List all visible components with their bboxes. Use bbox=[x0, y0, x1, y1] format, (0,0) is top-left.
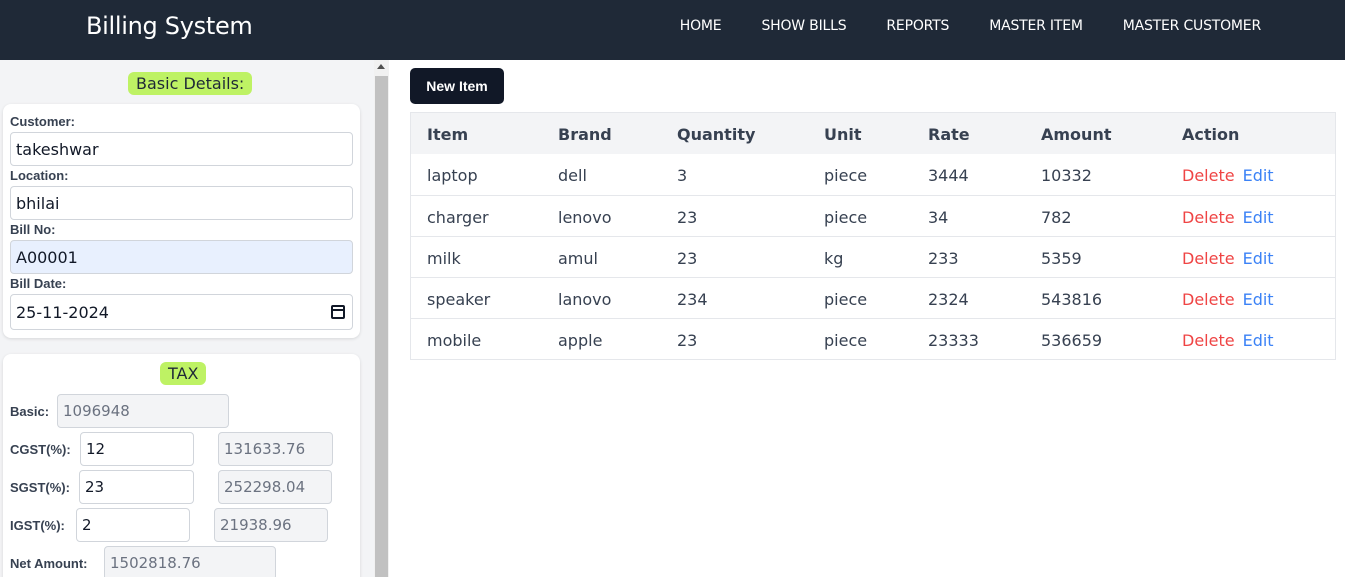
cell-unit: piece bbox=[824, 290, 868, 309]
customer-label: Customer: bbox=[10, 114, 76, 129]
sgst-amount-field[interactable]: 252298.04 bbox=[218, 470, 332, 504]
bill-date-input[interactable]: 25-11-2024 bbox=[10, 294, 353, 330]
cgst-input[interactable]: 12 bbox=[80, 432, 194, 466]
col-header-quantity: Quantity bbox=[677, 125, 756, 144]
scroll-up-arrow-icon[interactable] bbox=[377, 64, 385, 69]
cell-quantity: 3 bbox=[677, 166, 688, 185]
bill-date-value: 25-11-2024 bbox=[16, 303, 109, 322]
edit-link[interactable]: Edit bbox=[1243, 166, 1274, 185]
sidebar-scrollbar[interactable] bbox=[374, 60, 389, 577]
cell-amount: 536659 bbox=[1041, 331, 1103, 350]
nav-link-show-bills[interactable]: SHOW BILLS bbox=[761, 18, 846, 34]
cell-action: Delete Edit bbox=[1182, 249, 1274, 268]
table-row: laptop dell 3 piece 3444 10332 Delete Edi… bbox=[411, 154, 1335, 195]
col-header-amount: Amount bbox=[1041, 125, 1112, 144]
net-amount-field[interactable]: 1502818.76 bbox=[104, 546, 276, 577]
delete-link[interactable]: Delete bbox=[1182, 166, 1235, 185]
navbar: Billing System HOME SHOW BILLS REPORTS M… bbox=[0, 0, 1345, 60]
edit-link[interactable]: Edit bbox=[1243, 331, 1274, 350]
table-header: Item Brand Quantity Unit Rate Amount Act… bbox=[411, 113, 1335, 154]
new-item-button[interactable]: New Item bbox=[410, 68, 504, 104]
bill-date-label: Bill Date: bbox=[10, 276, 67, 291]
igst-label: IGST(%): bbox=[10, 518, 65, 533]
col-header-item: Item bbox=[427, 125, 469, 144]
table-row: charger lenovo 23 piece 34 782 Delete Edi… bbox=[411, 195, 1335, 236]
basic-amount-field[interactable]: 1096948 bbox=[57, 394, 229, 428]
cell-amount: 543816 bbox=[1041, 290, 1103, 309]
net-amount-label: Net Amount: bbox=[10, 556, 88, 571]
scrollbar-thumb[interactable] bbox=[375, 76, 388, 577]
cell-item: charger bbox=[427, 208, 489, 227]
basic-amount-label: Basic: bbox=[10, 404, 50, 419]
cell-action: Delete Edit bbox=[1182, 208, 1274, 227]
cell-rate: 34 bbox=[928, 208, 949, 227]
cgst-amount-field[interactable]: 131633.76 bbox=[218, 432, 333, 466]
col-header-unit: Unit bbox=[824, 125, 862, 144]
cell-brand: amul bbox=[558, 249, 598, 268]
brand-title: Billing System bbox=[86, 12, 253, 40]
delete-link[interactable]: Delete bbox=[1182, 290, 1235, 309]
cell-brand: apple bbox=[558, 331, 603, 350]
table-row: milk amul 23 kg 233 5359 Delete Edit bbox=[411, 236, 1335, 277]
cell-unit: piece bbox=[824, 208, 868, 227]
table-row: speaker lanovo 234 piece 2324 543816 Del… bbox=[411, 277, 1335, 318]
cell-unit: piece bbox=[824, 166, 868, 185]
tax-heading: TAX bbox=[160, 362, 207, 385]
location-input[interactable] bbox=[10, 186, 353, 220]
cell-quantity: 23 bbox=[677, 249, 698, 268]
delete-link[interactable]: Delete bbox=[1182, 249, 1235, 268]
cell-item: milk bbox=[427, 249, 461, 268]
cell-rate: 3444 bbox=[928, 166, 969, 185]
nav-link-home[interactable]: HOME bbox=[680, 18, 722, 34]
cell-item: speaker bbox=[427, 290, 491, 309]
cell-brand: lenovo bbox=[558, 208, 612, 227]
cell-quantity: 234 bbox=[677, 290, 708, 309]
cell-action: Delete Edit bbox=[1182, 331, 1274, 350]
sgst-label: SGST(%): bbox=[10, 480, 70, 495]
table-row: mobile apple 23 piece 23333 536659 Delet… bbox=[411, 318, 1335, 359]
igst-input[interactable]: 2 bbox=[76, 508, 190, 542]
bill-no-label: Bill No: bbox=[10, 222, 56, 237]
calendar-icon[interactable] bbox=[331, 305, 345, 319]
cgst-label: CGST(%): bbox=[10, 442, 71, 457]
location-label: Location: bbox=[10, 168, 69, 183]
customer-input[interactable] bbox=[10, 132, 353, 166]
cell-item: laptop bbox=[427, 166, 478, 185]
cell-unit: piece bbox=[824, 331, 868, 350]
cell-quantity: 23 bbox=[677, 331, 698, 350]
cell-unit: kg bbox=[824, 249, 844, 268]
igst-amount-field[interactable]: 21938.96 bbox=[214, 508, 328, 542]
cell-amount: 5359 bbox=[1041, 249, 1082, 268]
cell-quantity: 23 bbox=[677, 208, 698, 227]
nav-link-reports[interactable]: REPORTS bbox=[886, 18, 949, 34]
delete-link[interactable]: Delete bbox=[1182, 208, 1235, 227]
nav-link-master-customer[interactable]: MASTER CUSTOMER bbox=[1123, 18, 1261, 34]
cell-amount: 782 bbox=[1041, 208, 1072, 227]
items-table: Item Brand Quantity Unit Rate Amount Act… bbox=[410, 112, 1336, 360]
cell-rate: 233 bbox=[928, 249, 959, 268]
sidebar: Basic Details: Customer: Location: Bill … bbox=[0, 60, 374, 577]
bill-no-input[interactable] bbox=[10, 240, 353, 274]
cell-rate: 2324 bbox=[928, 290, 969, 309]
nav-links: HOME SHOW BILLS REPORTS MASTER ITEM MAST… bbox=[680, 18, 1261, 34]
col-header-rate: Rate bbox=[928, 125, 970, 144]
cell-brand: dell bbox=[558, 166, 587, 185]
cell-rate: 23333 bbox=[928, 331, 979, 350]
delete-link[interactable]: Delete bbox=[1182, 331, 1235, 350]
basic-details-heading: Basic Details: bbox=[128, 72, 253, 95]
cell-action: Delete Edit bbox=[1182, 166, 1274, 185]
cell-amount: 10332 bbox=[1041, 166, 1092, 185]
edit-link[interactable]: Edit bbox=[1243, 208, 1274, 227]
col-header-brand: Brand bbox=[558, 125, 612, 144]
sgst-input[interactable]: 23 bbox=[79, 470, 194, 504]
nav-link-master-item[interactable]: MASTER ITEM bbox=[989, 18, 1083, 34]
cell-brand: lanovo bbox=[558, 290, 612, 309]
cell-item: mobile bbox=[427, 331, 482, 350]
edit-link[interactable]: Edit bbox=[1243, 290, 1274, 309]
cell-action: Delete Edit bbox=[1182, 290, 1274, 309]
col-header-action: Action bbox=[1182, 125, 1240, 144]
edit-link[interactable]: Edit bbox=[1243, 249, 1274, 268]
